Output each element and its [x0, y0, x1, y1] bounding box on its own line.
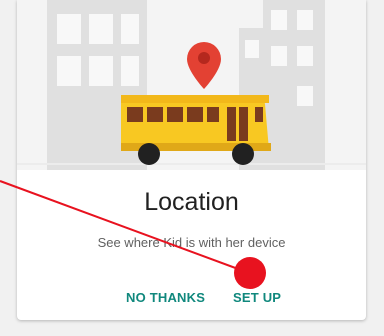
card-subtitle: See where Kid is with her device: [97, 235, 286, 250]
setup-button[interactable]: SET UP: [233, 290, 281, 305]
location-card: Location See where Kid is with her devic…: [17, 0, 366, 320]
location-illustration: [17, 0, 366, 170]
no-thanks-button[interactable]: NO THANKS: [126, 290, 205, 305]
card-actions: NO THANKS SET UP: [17, 290, 366, 312]
card-title: Location: [144, 188, 239, 216]
